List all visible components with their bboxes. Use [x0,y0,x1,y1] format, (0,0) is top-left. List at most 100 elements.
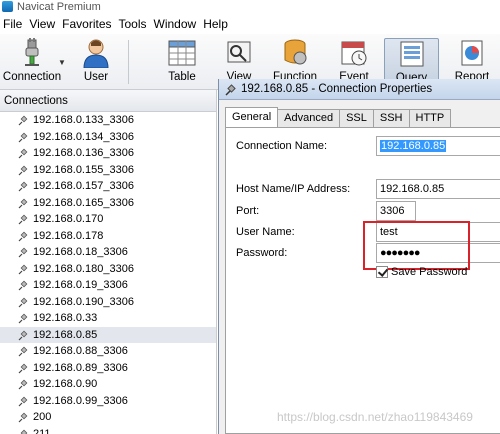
connection-item-label: 192.168.0.134_3306 [33,130,134,143]
connection-item-label: 192.168.0.18_3306 [33,246,128,258]
plug-icon [18,181,28,192]
plug-icon [18,412,28,423]
plug-icon [18,165,28,175]
menu-help[interactable]: Help [200,14,232,34]
plug-icon [18,247,28,258]
connection-item-label: 192.168.0.88_3306 [33,345,128,357]
connection-item[interactable]: 211 [0,426,216,434]
menu-tools[interactable]: Tools [116,14,151,34]
menu-file[interactable]: File [0,14,26,34]
connection-item[interactable]: 192.168.0.89_3306 [0,360,216,377]
connection-item-label: 200 [33,411,52,423]
connection-item-label: 192.168.0.90 [33,378,98,390]
connection-item-label: 192.168.0.99_3306 [33,394,128,407]
navicat-app-icon [2,1,13,12]
connection-item-label: 192.168.0.89_3306 [33,361,128,374]
user-icon [83,39,109,68]
plug-icon [225,84,236,96]
plug-icon [18,313,28,324]
plug-icon [18,297,28,307]
connection-button[interactable]: Connection [2,38,62,88]
connection-item[interactable]: 192.168.0.170 [0,211,216,228]
connections-list: 192.168.0.133_3306 192.168.0.134_3306 192.… [0,112,217,434]
port-input[interactable]: 3306 [376,201,416,221]
connection-name-value: 192.168.0.85 [380,140,447,152]
user-button[interactable]: User [74,38,118,88]
plug-icon [18,280,28,291]
plug-icon [18,214,28,225]
menu-favorites[interactable]: Favorites [59,14,115,34]
plug-icon [18,379,28,390]
connection-label: Connection [2,71,62,83]
connection-item[interactable]: 192.168.0.180_3306 [0,261,216,278]
connection-item[interactable]: 192.168.0.90 [0,376,216,393]
connection-name-input[interactable]: 192.168.0.85 [376,136,500,156]
title-bar: Navicat Premium [0,0,500,14]
connection-item-label: 192.168.0.190_3306 [33,295,134,308]
connection-item[interactable]: 192.168.0.19_3306 [0,277,216,294]
report-icon [461,40,483,66]
host-input[interactable]: 192.168.0.85 [376,179,500,199]
function-icon [284,39,307,65]
menu-view[interactable]: View [26,14,59,34]
menu-window[interactable]: Window [151,14,201,34]
event-icon [341,41,367,66]
connection-item-label: 192.168.0.85 [33,328,98,341]
connection-item-label: 192.168.0.165_3306 [33,196,134,209]
plug-icon [18,198,28,208]
plug-icon [18,396,28,406]
dialog-title: 192.168.0.85 - Connection Properties [241,83,433,95]
connection-item-label: 192.168.0.157_3306 [33,180,134,192]
window-title: Navicat Premium [17,1,101,13]
plug-icon [18,231,28,241]
tab-http[interactable]: HTTP [408,109,452,127]
table-icon [168,40,196,66]
tab-advanced[interactable]: Advanced [277,109,341,127]
plug-icon [18,132,28,142]
connection-item[interactable]: 192.168.0.165_3306 [0,195,216,212]
plug-icon [18,330,28,340]
watermark: https://blog.csdn.net/zhao119843469 [277,410,473,424]
connection-item[interactable]: 200 [0,409,216,426]
connection-item[interactable]: 192.168.0.134_3306 [0,129,216,146]
user-label: User [83,71,109,83]
connection-item[interactable]: 192.168.0.88_3306 [0,343,216,360]
connection-item[interactable]: 192.168.0.155_3306 [0,162,216,179]
dropdown-arrow-icon[interactable]: ▼ [58,58,66,67]
connection-item-label: 211 [33,427,51,434]
connection-item[interactable]: 192.168.0.157_3306 [0,178,216,195]
query-icon [400,41,423,67]
port-label: Port: [236,205,260,217]
connection-item-label: 192.168.0.19_3306 [33,279,128,291]
connections-header: Connections [0,90,217,112]
save-password-checkbox[interactable] [376,266,388,278]
tab-general[interactable]: General [225,107,279,127]
connection-item[interactable]: 192.168.0.133_3306 [0,112,216,129]
save-password-label: Save Password [391,266,468,278]
connection-item[interactable]: 192.168.0.18_3306 [0,244,216,261]
tab-ssh[interactable]: SSH [372,109,410,127]
connection-item-label: 192.168.0.155_3306 [33,163,134,176]
host-label: Host Name/IP Address: [236,183,351,195]
save-password-row[interactable]: Save Password [376,266,467,278]
plug-icon [20,429,28,434]
plug-icon [18,346,28,357]
menu-bar: File View Favorites Tools Window Help [0,14,500,34]
tab-ssl[interactable]: SSL [339,109,374,127]
dialog-tabs: General Advanced SSL SSH HTTP [225,107,452,127]
connection-item-label: 192.168.0.136_3306 [33,147,134,159]
connection-item[interactable]: 192.168.0.136_3306 [0,145,216,162]
password-label: Password: [236,247,288,259]
view-icon [227,41,251,63]
table-button[interactable]: Table [160,38,204,88]
connection-item[interactable]: 192.168.0.33 [0,310,216,327]
connection-item[interactable]: 192.168.0.190_3306 [0,294,216,311]
connection-item[interactable]: 192.168.0.178 [0,228,216,245]
plug-icon [18,264,28,274]
connection-item-label: 192.168.0.33 [33,312,98,324]
table-label: Table [168,71,196,83]
connection-item[interactable]: 192.168.0.85 [0,326,216,343]
connection-item[interactable]: 192.168.0.99_3306 [0,393,216,410]
connection-item-label: 192.168.0.133_3306 [33,114,134,126]
connection-properties-dialog: 192.168.0.85 - Connection Properties Gen… [218,79,500,434]
